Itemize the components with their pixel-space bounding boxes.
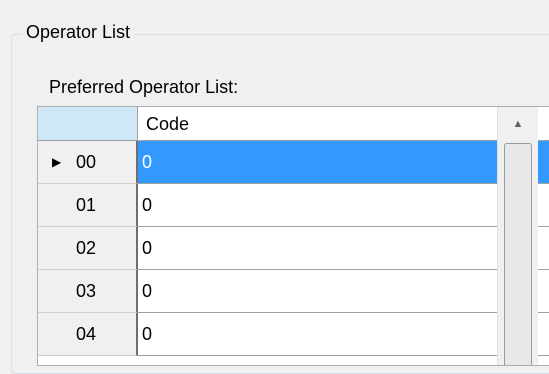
row-label: 02 <box>76 238 97 258</box>
code-cell[interactable]: 0 <box>138 184 549 227</box>
row-label: 00 <box>76 152 97 172</box>
preferred-operator-grid[interactable]: Code ▶ 00 0 01 0 02 0 03 0 04 0 ▲ <box>37 106 549 366</box>
row-label: 04 <box>76 324 97 344</box>
row-label: 03 <box>76 281 97 301</box>
grid-corner-header[interactable] <box>38 107 138 141</box>
table-row[interactable]: 02 0 <box>38 227 549 270</box>
column-header-code[interactable]: Code <box>138 107 549 141</box>
table-row[interactable]: 04 0 <box>38 313 549 356</box>
row-label: 01 <box>76 195 97 215</box>
code-cell[interactable]: 0 <box>138 313 549 356</box>
vertical-scrollbar[interactable]: ▲ <box>497 107 538 365</box>
scrollbar-thumb[interactable] <box>504 143 532 365</box>
row-header[interactable]: 04 <box>38 313 138 356</box>
code-cell[interactable]: 0 <box>138 141 549 184</box>
code-cell[interactable]: 0 <box>138 270 549 313</box>
row-header[interactable]: 02 <box>38 227 138 270</box>
table-row[interactable]: 03 0 <box>38 270 549 313</box>
row-header[interactable]: ▶ 00 <box>38 141 138 184</box>
code-cell[interactable]: 0 <box>138 227 549 270</box>
current-row-indicator-icon: ▶ <box>52 155 62 169</box>
row-header[interactable]: 01 <box>38 184 138 227</box>
row-header[interactable]: 03 <box>38 270 138 313</box>
scroll-up-arrow-icon[interactable]: ▲ <box>498 107 538 141</box>
table-row[interactable]: ▶ 00 0 <box>38 141 549 184</box>
preferred-operator-list-label: Preferred Operator List: <box>49 77 239 97</box>
groupbox-title: Operator List <box>22 20 135 44</box>
table-row[interactable]: 01 0 <box>38 184 549 227</box>
